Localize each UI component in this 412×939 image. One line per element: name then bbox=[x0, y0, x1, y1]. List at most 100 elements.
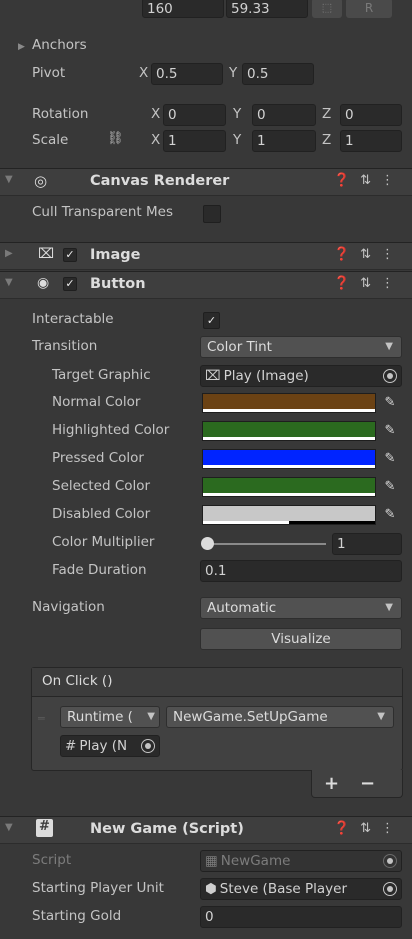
runtime-dropdown[interactable]: Runtime ( ▼ bbox=[60, 706, 160, 728]
function-value: NewGame.SetUpGame bbox=[173, 709, 328, 725]
highlighted-color-swatch[interactable] bbox=[202, 421, 376, 441]
eyedropper-icon[interactable]: ✎ bbox=[380, 449, 400, 469]
chevron-down-icon: ▼ bbox=[385, 341, 393, 352]
eyedropper-icon[interactable]: ✎ bbox=[380, 393, 400, 413]
scale-x-axis: X bbox=[151, 132, 161, 148]
button-enabled-checkbox[interactable]: ✓ bbox=[63, 277, 77, 291]
component-header-icons[interactable]: ❓⇅⋮ bbox=[334, 821, 404, 836]
rotation-z-field[interactable]: 0 bbox=[340, 104, 402, 126]
blueprint-mode-button[interactable]: ⬚ bbox=[312, 0, 342, 18]
starting-unit-label: Starting Player Unit bbox=[32, 880, 164, 896]
button-title: Button bbox=[90, 276, 146, 292]
color-multiplier-field[interactable]: 1 bbox=[332, 533, 402, 555]
selected-color-swatch[interactable] bbox=[202, 477, 376, 497]
add-event-button[interactable]: + bbox=[324, 773, 339, 794]
scale-y-field[interactable]: 1 bbox=[252, 130, 316, 152]
transition-label: Transition bbox=[32, 338, 98, 354]
preset-icon[interactable]: ⇅ bbox=[360, 173, 381, 188]
button-header[interactable]: ▼ ◉ ✓ Button ❓⇅⋮ bbox=[0, 271, 412, 299]
eyedropper-icon[interactable]: ✎ bbox=[380, 477, 400, 497]
visualize-button[interactable]: Visualize bbox=[200, 628, 402, 650]
target-graphic-label: Target Graphic bbox=[52, 367, 151, 383]
rotation-z-axis: Z bbox=[322, 106, 332, 122]
help-icon[interactable]: ❓ bbox=[334, 821, 360, 836]
disabled-color-label: Disabled Color bbox=[52, 506, 151, 522]
target-icon[interactable] bbox=[383, 369, 397, 383]
eyedropper-icon[interactable]: ✎ bbox=[380, 505, 400, 525]
remove-event-button[interactable]: − bbox=[360, 773, 375, 794]
raw-edit-button[interactable]: R bbox=[346, 0, 392, 18]
image-enabled-checkbox[interactable]: ✓ bbox=[63, 248, 77, 262]
rotation-y-axis: Y bbox=[233, 106, 242, 122]
kebab-menu-icon[interactable]: ⋮ bbox=[381, 173, 404, 188]
script-icon: ▦ bbox=[205, 853, 218, 869]
script-icon: # bbox=[36, 819, 53, 837]
scale-x-field[interactable]: 1 bbox=[163, 130, 226, 152]
foldout-icon[interactable]: ▼ bbox=[5, 822, 13, 833]
pivot-x-field[interactable]: 0.5 bbox=[151, 63, 223, 85]
pressed-color-swatch[interactable] bbox=[202, 449, 376, 469]
function-dropdown[interactable]: NewGame.SetUpGame ▼ bbox=[166, 706, 394, 728]
alpha-bar bbox=[203, 409, 375, 412]
alpha-bar bbox=[203, 521, 289, 524]
starting-unit-field[interactable]: ⬢ Steve (Base Player bbox=[200, 878, 402, 900]
rotation-y-field[interactable]: 0 bbox=[252, 104, 316, 126]
cull-transparent-label: Cull Transparent Mes bbox=[32, 204, 173, 220]
alpha-bar bbox=[203, 465, 375, 468]
drag-handle-icon[interactable]: ═ bbox=[38, 712, 45, 725]
target-icon[interactable] bbox=[141, 739, 155, 753]
preset-icon[interactable]: ⇅ bbox=[360, 247, 381, 262]
color-multiplier-slider-track[interactable] bbox=[206, 543, 326, 545]
foldout-icon[interactable]: ▼ bbox=[5, 277, 13, 288]
transition-value: Color Tint bbox=[207, 339, 272, 355]
canvas-renderer-header[interactable]: ▼ ◎ Canvas Renderer ❓⇅⋮ bbox=[0, 168, 412, 196]
component-header-icons[interactable]: ❓⇅⋮ bbox=[334, 173, 404, 188]
preset-icon[interactable]: ⇅ bbox=[360, 276, 381, 291]
preset-icon[interactable]: ⇅ bbox=[360, 821, 381, 836]
event-object-field[interactable]: # Play (N bbox=[60, 735, 160, 757]
transition-dropdown[interactable]: Color Tint ▼ bbox=[200, 336, 402, 358]
anchors-foldout-icon[interactable]: ▶ bbox=[18, 42, 25, 52]
component-header-icons[interactable]: ❓⇅⋮ bbox=[334, 276, 404, 291]
scale-z-field[interactable]: 1 bbox=[340, 130, 402, 152]
fade-duration-field[interactable]: 0.1 bbox=[200, 560, 402, 582]
foldout-icon[interactable]: ▼ bbox=[5, 174, 13, 185]
cull-transparent-checkbox[interactable] bbox=[203, 205, 221, 223]
starting-unit-value: Steve (Base Player bbox=[219, 881, 347, 897]
help-icon[interactable]: ❓ bbox=[334, 247, 360, 262]
height-field[interactable]: 59.33 bbox=[226, 0, 308, 18]
disabled-color-swatch[interactable] bbox=[202, 505, 376, 525]
alpha-bar bbox=[203, 437, 375, 440]
scale-label: Scale bbox=[32, 132, 69, 148]
kebab-menu-icon[interactable]: ⋮ bbox=[381, 247, 404, 262]
color-multiplier-slider-thumb[interactable] bbox=[201, 537, 214, 550]
help-icon[interactable]: ❓ bbox=[334, 276, 360, 291]
script-field: ▦ NewGame bbox=[200, 850, 402, 872]
script-label: Script bbox=[32, 852, 72, 868]
target-graphic-field[interactable]: ⌧ Play (Image) bbox=[200, 365, 402, 387]
chevron-down-icon: ▼ bbox=[377, 711, 385, 722]
runtime-value: Runtime ( bbox=[67, 709, 133, 725]
interactable-checkbox[interactable]: ✓ bbox=[203, 312, 220, 329]
link-icon[interactable]: ⛓ bbox=[107, 131, 124, 146]
kebab-menu-icon[interactable]: ⋮ bbox=[381, 821, 404, 836]
navigation-dropdown[interactable]: Automatic ▼ bbox=[200, 597, 402, 619]
rotation-x-field[interactable]: 0 bbox=[163, 104, 226, 126]
help-icon[interactable]: ❓ bbox=[334, 173, 360, 188]
kebab-menu-icon[interactable]: ⋮ bbox=[381, 276, 404, 291]
foldout-icon[interactable]: ▶ bbox=[5, 248, 13, 259]
image-header[interactable]: ▶ ⌧ ✓ Image ❓⇅⋮ bbox=[0, 242, 412, 270]
target-icon[interactable] bbox=[383, 882, 397, 896]
component-header-icons[interactable]: ❓⇅⋮ bbox=[334, 247, 404, 262]
new-game-script-header[interactable]: ▼ # New Game (Script) ❓⇅⋮ bbox=[0, 816, 412, 844]
image-title: Image bbox=[90, 247, 141, 263]
pivot-y-field[interactable]: 0.5 bbox=[242, 63, 314, 85]
pressed-color-label: Pressed Color bbox=[52, 450, 144, 466]
anchors-label[interactable]: Anchors bbox=[32, 37, 87, 53]
target-icon bbox=[383, 854, 397, 868]
width-field[interactable]: 160 bbox=[142, 0, 224, 18]
starting-gold-field[interactable]: 0 bbox=[200, 906, 402, 928]
normal-color-swatch[interactable] bbox=[202, 393, 376, 413]
eyedropper-icon[interactable]: ✎ bbox=[380, 421, 400, 441]
alpha-bar-empty bbox=[289, 521, 375, 524]
